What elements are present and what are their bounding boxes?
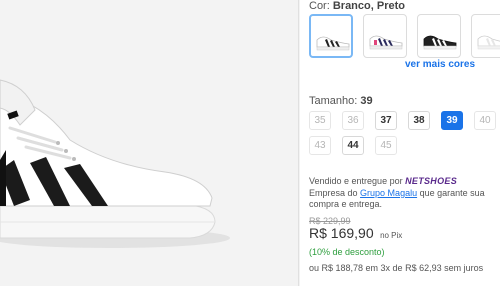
current-price: R$ 169,90: [309, 225, 374, 241]
color-swatch-black-white[interactable]: [417, 14, 461, 58]
white-black-sneaker-icon: [316, 36, 350, 51]
color-swatches: [309, 14, 500, 60]
size-option-38[interactable]: 38: [408, 111, 430, 130]
size-option-40[interactable]: 40: [474, 111, 496, 130]
size-option-43[interactable]: 43: [309, 136, 331, 155]
size-option-44[interactable]: 44: [342, 136, 364, 155]
price-payment-method: no Pix: [380, 231, 403, 240]
size-option-35[interactable]: 35: [309, 111, 331, 130]
product-image: [0, 0, 300, 286]
size-value: 39: [360, 95, 373, 107]
white-sneaker-icon: [477, 35, 500, 50]
color-swatch-white-pink[interactable]: [363, 14, 407, 58]
size-selector-title: Tamanho: 39: [309, 95, 373, 107]
discount-badge: (10% de desconto): [309, 247, 385, 257]
color-value: Branco, Preto: [332, 0, 405, 12]
white-pink-sneaker-icon: [369, 35, 403, 50]
price-row: R$ 169,90 no Pix: [309, 225, 402, 243]
product-options-panel: Cor: Branco, Preto ver mais cores Tamanh…: [309, 0, 500, 286]
sneaker-image: [0, 79, 230, 248]
seller-brand-logo: NETSHOES: [405, 176, 458, 186]
size-label: Tamanho:: [309, 95, 358, 107]
seller-prefix: Vendido e entregue por: [309, 176, 403, 186]
black-white-sneaker-icon: [423, 35, 457, 50]
size-option-39[interactable]: 39: [441, 111, 463, 130]
installments-info: ou R$ 188,78 em 3x de R$ 62,93 sem juros: [309, 263, 484, 273]
color-label: Cor:: [309, 0, 330, 12]
size-option-36[interactable]: 36: [342, 111, 364, 130]
color-selector-title: Cor: Branco, Preto: [309, 0, 405, 12]
section-divider: [298, 0, 299, 286]
size-option-45[interactable]: 45: [375, 136, 397, 155]
company-info: Empresa do Grupo Magalu que garante sua …: [309, 188, 500, 210]
more-colors-link[interactable]: ver mais cores: [405, 59, 475, 70]
company-text-start: Empresa do: [309, 188, 358, 198]
color-swatch-white-black[interactable]: [309, 14, 353, 58]
color-swatch-white[interactable]: [471, 14, 500, 58]
size-option-37[interactable]: 37: [375, 111, 397, 130]
seller-info: Vendido e entregue por NETSHOES: [309, 176, 457, 186]
grupo-magalu-link[interactable]: Grupo Magalu: [360, 188, 417, 198]
